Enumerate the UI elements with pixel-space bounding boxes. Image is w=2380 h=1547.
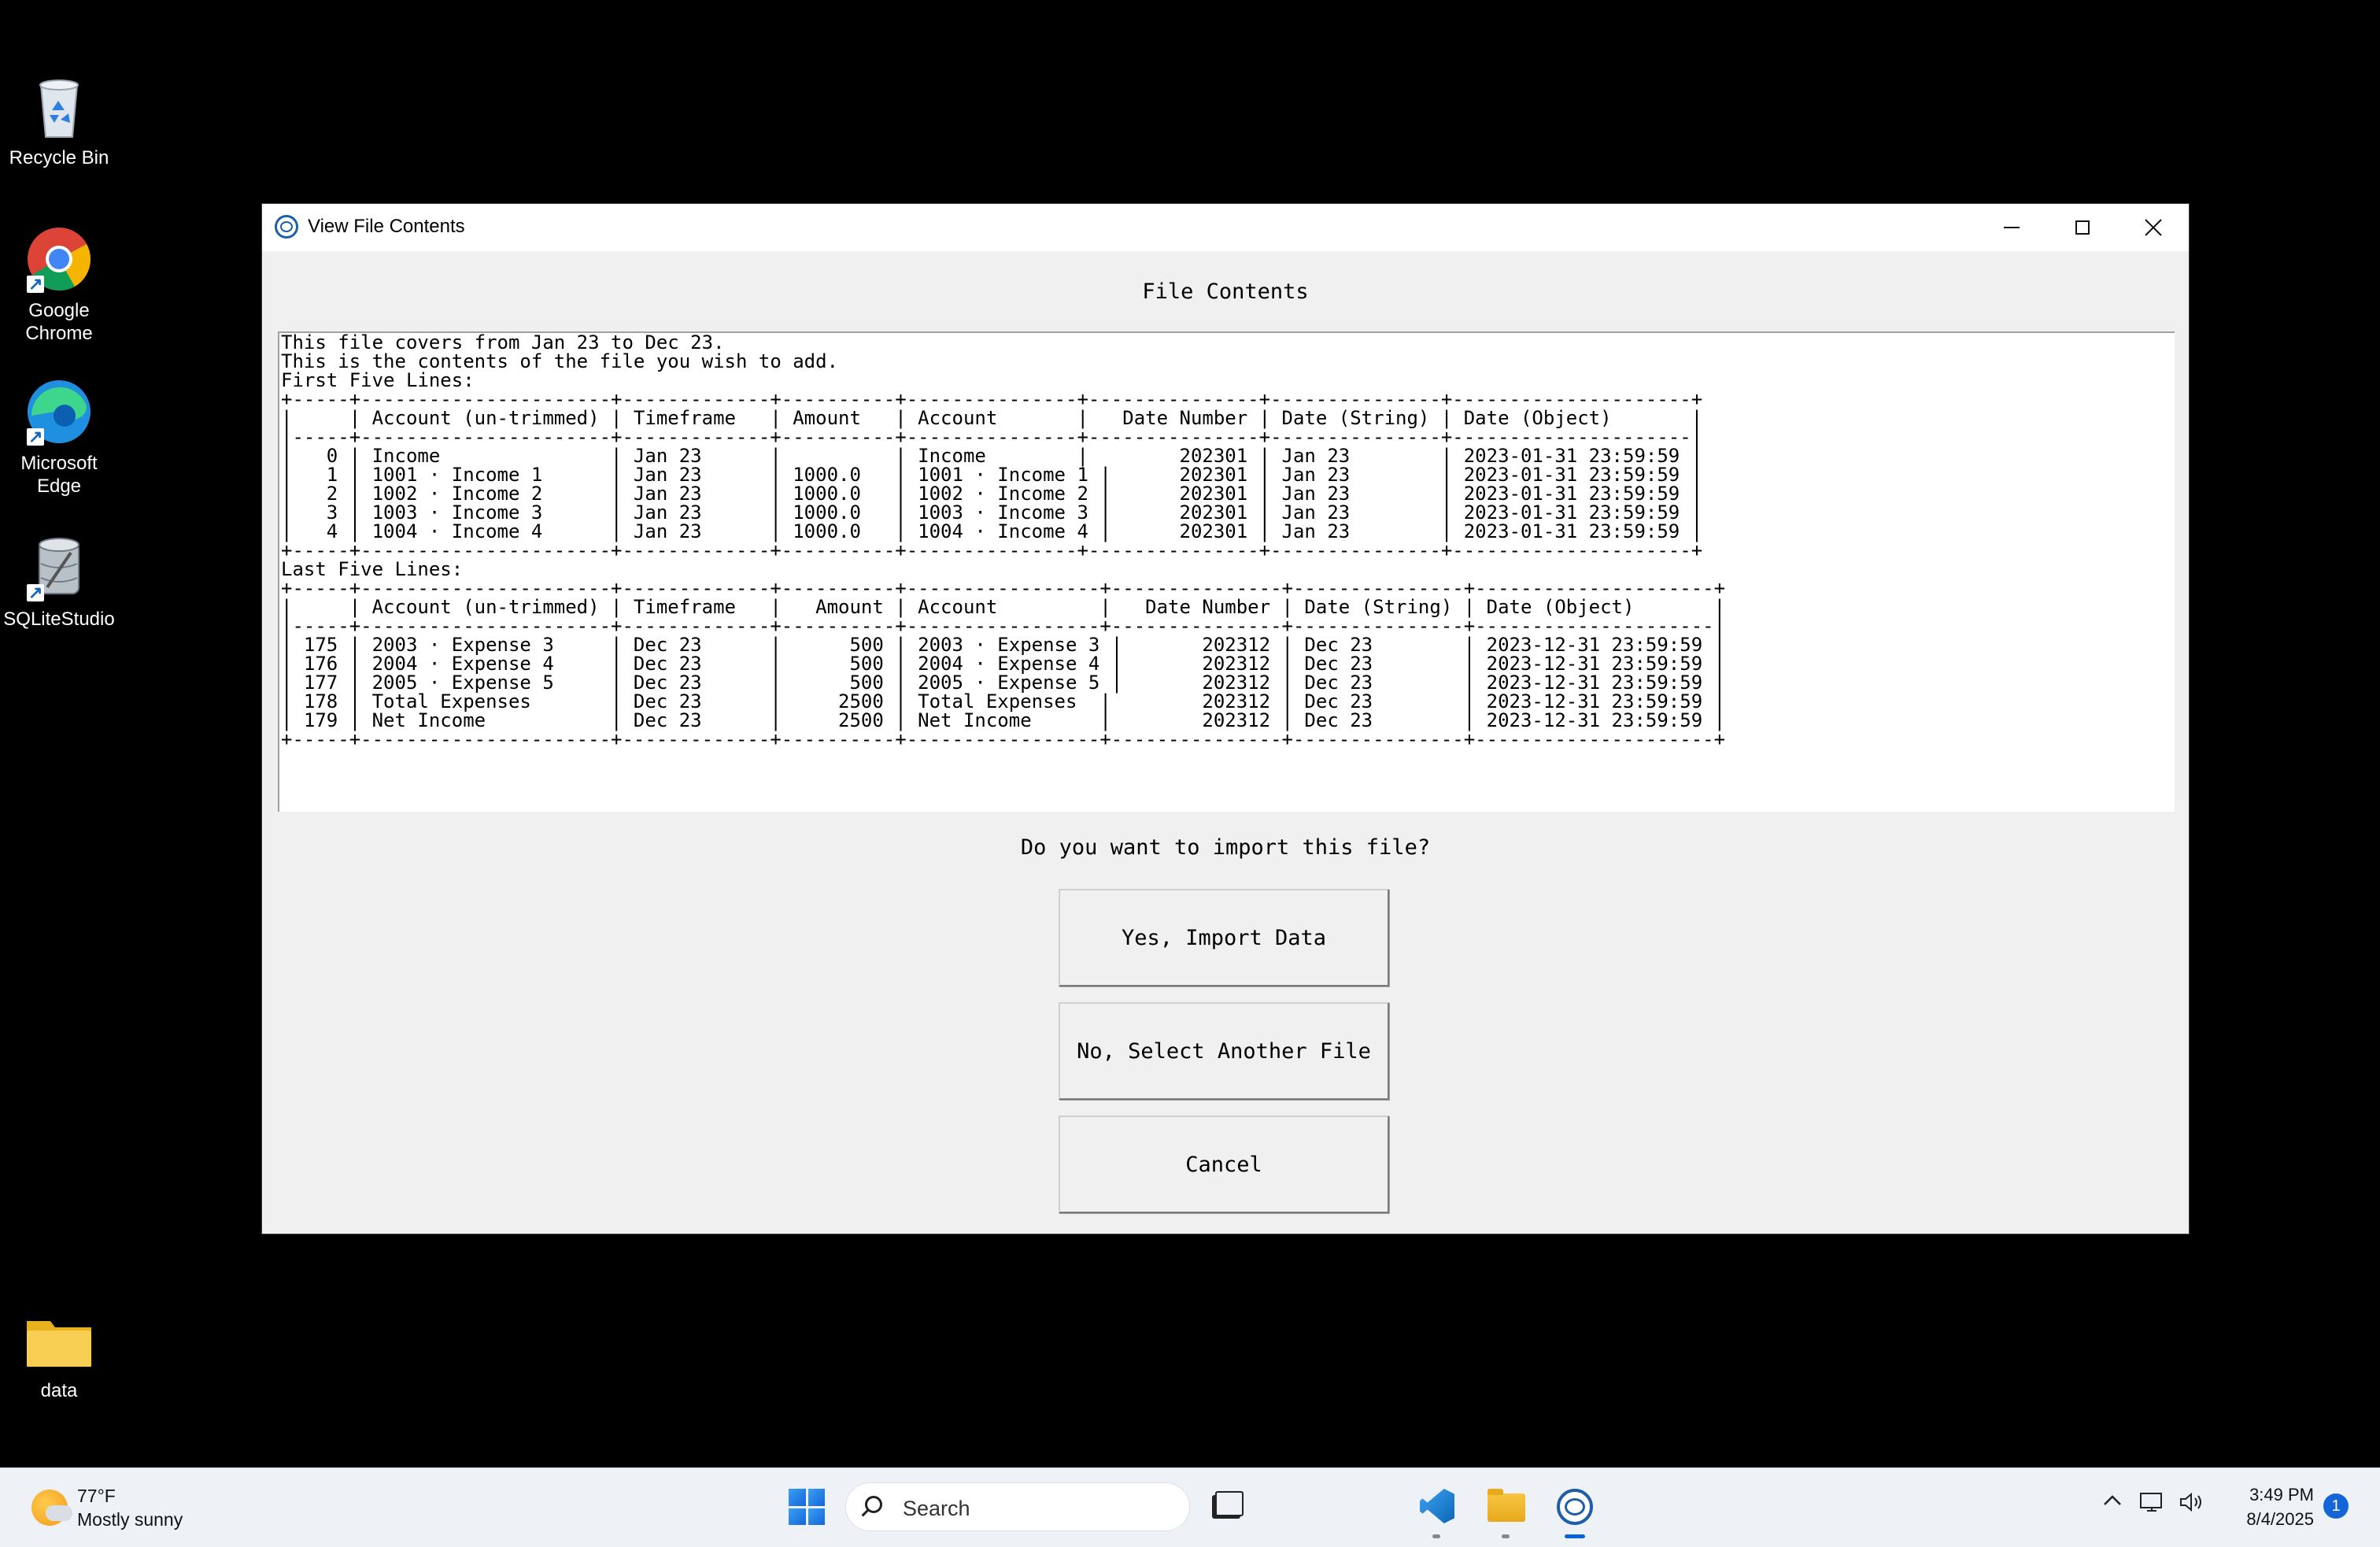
maximize-button[interactable] — [2047, 204, 2118, 251]
file-contents-text: This file covers from Jan 23 to Dec 23. … — [281, 331, 1726, 750]
file-contents-textbox[interactable]: This file covers from Jan 23 to Dec 23. … — [278, 331, 2175, 812]
desktop-icon-microsoft-edge[interactable]: Microsoft Edge — [0, 376, 118, 498]
desktop-icon-google-chrome[interactable]: Google Chrome — [0, 224, 118, 345]
weather-temperature: 77°F — [77, 1486, 116, 1506]
no-select-another-file-button[interactable]: No, Select Another File — [1059, 1002, 1389, 1100]
clock[interactable]: 3:49 PM 8/4/2025 — [2219, 1482, 2314, 1531]
clock-time: 3:49 PM — [2249, 1485, 2314, 1504]
cancel-button[interactable]: Cancel — [1059, 1116, 1389, 1213]
speaker-icon — [2180, 1492, 2201, 1512]
notification-badge[interactable]: 1 — [2323, 1493, 2349, 1519]
shortcut-arrow-icon — [27, 272, 44, 295]
taskbar: 77°F Mostly sunny Search 3:49 PM 8/4/202… — [0, 1467, 2380, 1547]
file-contents-heading: File Contents — [1142, 279, 1309, 304]
search-icon — [865, 1496, 882, 1513]
import-question: Do you want to import this file? — [1020, 835, 1431, 860]
desktop-icon-label: Microsoft Edge — [20, 453, 98, 497]
yes-import-data-button[interactable]: Yes, Import Data — [1059, 889, 1389, 986]
app-icon — [1557, 1489, 1593, 1525]
shortcut-arrow-icon — [27, 581, 44, 604]
chrome-icon — [24, 224, 94, 295]
volume-button[interactable] — [2179, 1490, 2205, 1519]
close-button[interactable] — [2118, 204, 2189, 251]
network-button[interactable] — [2139, 1490, 2166, 1519]
app-icon — [275, 215, 298, 239]
window-title: View File Contents — [308, 216, 465, 237]
minimize-icon — [2004, 227, 2020, 228]
clock-date: 8/4/2025 — [2246, 1509, 2314, 1529]
windows-logo-icon — [789, 1489, 806, 1506]
title-bar[interactable]: View File Contents — [262, 204, 2189, 251]
minimize-button[interactable] — [1976, 204, 2047, 251]
search-placeholder: Search — [903, 1497, 970, 1520]
recycle-bin-icon — [24, 71, 94, 142]
desktop-icon-label: data — [40, 1380, 78, 1401]
desktop-icon-label: Google Chrome — [25, 300, 93, 344]
sqlitestudio-icon — [24, 532, 94, 604]
task-view-icon — [1212, 1491, 1244, 1519]
desktop-icon-recycle-bin[interactable]: Recycle Bin — [0, 71, 118, 169]
taskbar-vscode[interactable] — [1415, 1486, 1458, 1528]
taskbar-search[interactable]: Search — [845, 1482, 1190, 1531]
weather-description: Mostly sunny — [77, 1509, 183, 1530]
desktop-icon-sqlitestudio[interactable]: SQLiteStudio — [0, 532, 118, 631]
show-hidden-icons-button[interactable] — [2101, 1490, 2123, 1518]
weather-widget[interactable]: 77°F Mostly sunny — [31, 1484, 183, 1531]
vscode-icon — [1420, 1489, 1454, 1523]
view-file-contents-window: View File Contents File Contents This fi… — [261, 203, 2190, 1234]
network-icon — [2140, 1493, 2162, 1512]
running-indicator — [1432, 1534, 1440, 1538]
weather-icon — [31, 1490, 72, 1526]
running-indicator — [1502, 1534, 1510, 1538]
folder-icon — [24, 1304, 94, 1375]
maximize-icon — [2075, 220, 2090, 235]
active-app-indicator — [1565, 1534, 1585, 1538]
taskbar-file-explorer[interactable] — [1484, 1486, 1527, 1528]
desktop-icon-label: Recycle Bin — [9, 147, 109, 168]
edge-icon — [24, 376, 94, 448]
taskbar-python-app[interactable] — [1554, 1486, 1596, 1528]
task-view-button[interactable] — [1206, 1486, 1248, 1528]
file-explorer-icon — [1488, 1489, 1525, 1522]
desktop-icon-data-folder[interactable]: data — [0, 1304, 118, 1402]
desktop-icon-label: SQLiteStudio — [3, 609, 115, 630]
close-icon — [2145, 219, 2162, 236]
chevron-up-icon — [2104, 1495, 2121, 1505]
shortcut-arrow-icon — [27, 425, 44, 448]
start-button[interactable] — [789, 1489, 825, 1525]
